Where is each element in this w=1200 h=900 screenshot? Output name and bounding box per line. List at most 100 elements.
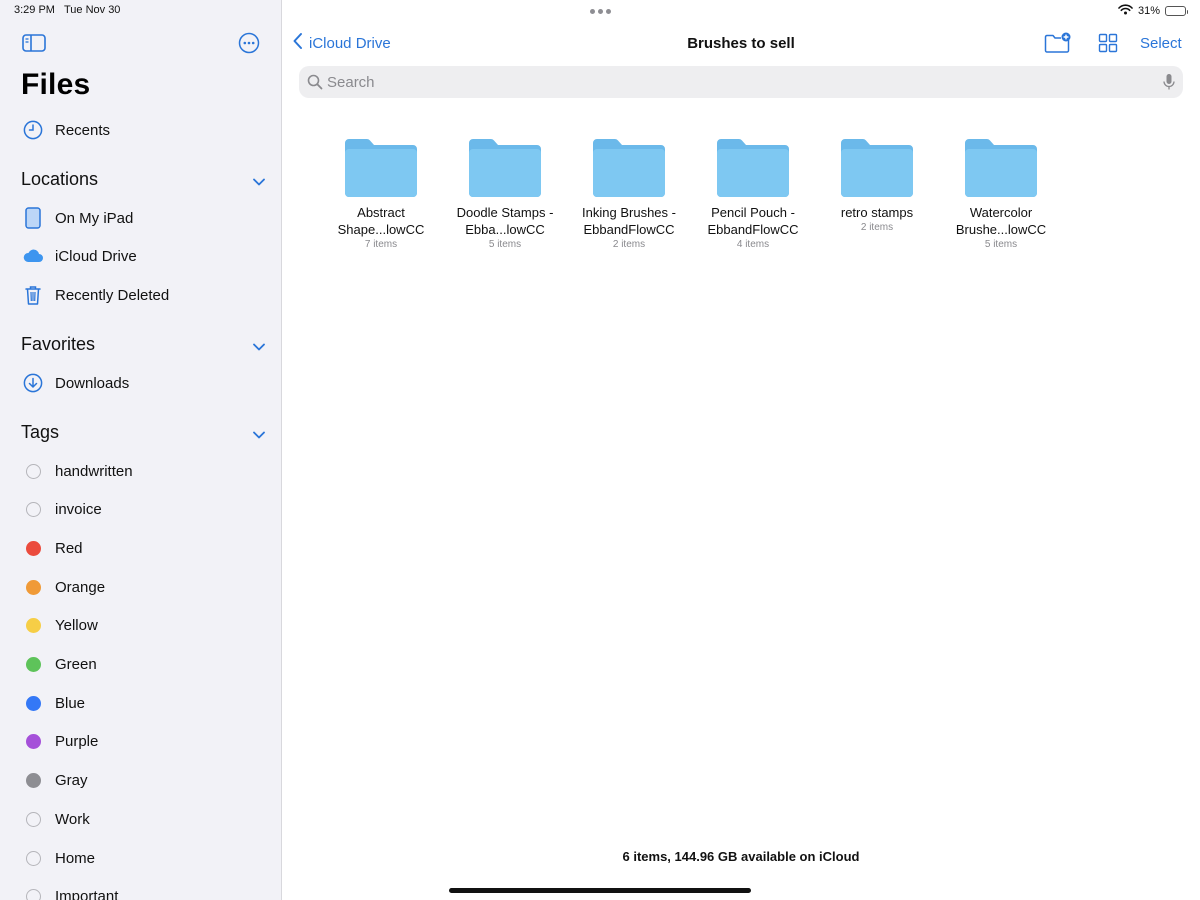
battery-icon <box>1165 6 1188 16</box>
sidebar-item-label: Purple <box>55 733 99 751</box>
chevron-down-icon <box>252 339 266 351</box>
tag-color-dot-icon <box>22 886 44 900</box>
wifi-icon <box>1118 4 1133 18</box>
folder-item[interactable]: Pencil Pouch - EbbandFlowCC 4 items <box>691 135 815 250</box>
tag-color-dot-icon <box>22 770 44 792</box>
trash-icon <box>22 284 44 306</box>
clock-icon <box>22 119 44 141</box>
folder-item-count: 2 items <box>612 239 646 250</box>
section-header-favorites[interactable]: Favorites <box>21 332 266 356</box>
folder-icon <box>467 135 543 199</box>
sidebar-item-recently-deleted[interactable]: Recently Deleted <box>0 276 281 314</box>
status-date: Tue Nov 30 <box>63 4 121 16</box>
tag-color-dot-icon <box>22 460 44 482</box>
sidebar-item-label: Recently Deleted <box>55 286 170 304</box>
sidebar-item-label: Yellow <box>55 617 98 635</box>
folder-item[interactable]: retro stamps 2 items <box>815 135 939 250</box>
folder-icon <box>963 135 1039 199</box>
folder-icon <box>839 135 915 199</box>
sidebar-item-label: Blue <box>55 694 86 712</box>
folder-item-count: 5 items <box>488 239 522 250</box>
sidebar-item-label: handwritten <box>55 462 133 480</box>
sidebar-item-tag-purple[interactable]: Purple <box>0 723 281 761</box>
sidebar-item-label: invoice <box>55 501 102 519</box>
storage-summary: 6 items, 144.96 GB available on iCloud <box>622 849 860 864</box>
sidebar: 3:29 PM Tue Nov 30 Files Recents Locatio… <box>0 0 282 900</box>
icloud-icon <box>22 245 44 267</box>
status-time: 3:29 PM <box>14 4 55 16</box>
search-input[interactable] <box>327 66 1147 98</box>
microphone-icon[interactable] <box>1163 73 1175 91</box>
tag-color-dot-icon <box>22 692 44 714</box>
folder-grid: Abstract Shape...lowCC 7 items Doodle Stam… <box>319 135 1063 250</box>
sidebar-toggle-icon[interactable] <box>22 34 46 52</box>
battery-percent: 31% <box>1137 5 1160 17</box>
folder-name: Watercolor Brushe...lowCC <box>955 205 1047 237</box>
tag-color-dot-icon <box>22 731 44 753</box>
folder-item-count: 4 items <box>736 239 770 250</box>
sidebar-item-tag-important[interactable]: Important <box>0 878 281 900</box>
sidebar-item-tag-invoice[interactable]: invoice <box>0 491 281 529</box>
sidebar-item-label: Important <box>55 888 119 900</box>
back-button-label: iCloud Drive <box>309 34 391 52</box>
section-header-tags[interactable]: Tags <box>21 420 266 444</box>
back-button[interactable]: iCloud Drive <box>292 32 391 54</box>
sidebar-item-label: Gray <box>55 772 88 790</box>
sidebar-item-tag-orange[interactable]: Orange <box>0 568 281 606</box>
search-icon <box>307 74 323 90</box>
folder-icon <box>715 135 791 199</box>
multitasking-dots-icon[interactable] <box>582 9 618 14</box>
sidebar-item-tag-blue[interactable]: Blue <box>0 684 281 722</box>
status-bar-right: 31% <box>1118 4 1188 18</box>
folder-icon <box>343 135 419 199</box>
ipad-icon <box>22 207 44 229</box>
sidebar-item-tag-handwritten[interactable]: handwritten <box>0 452 281 490</box>
sidebar-item-label: Recents <box>55 121 111 139</box>
tag-color-dot-icon <box>22 808 44 830</box>
grid-view-icon[interactable] <box>1098 33 1118 53</box>
folder-item[interactable]: Inking Brushes - EbbandFlowCC 2 items <box>567 135 691 250</box>
folder-item[interactable]: Doodle Stamps - Ebba...lowCC 5 items <box>443 135 567 250</box>
sidebar-item-icloud-drive[interactable]: iCloud Drive <box>0 237 281 275</box>
more-options-icon[interactable] <box>238 32 260 54</box>
sidebar-item-tag-yellow[interactable]: Yellow <box>0 607 281 645</box>
sidebar-item-tag-home[interactable]: Home <box>0 839 281 877</box>
chevron-down-icon <box>252 427 266 439</box>
sidebar-item-recents[interactable]: Recents <box>0 111 281 149</box>
home-indicator[interactable] <box>449 888 751 893</box>
folder-name: Doodle Stamps - Ebba...lowCC <box>456 205 554 237</box>
folder-name: Inking Brushes - EbbandFlowCC <box>582 205 676 237</box>
sidebar-item-label: Orange <box>55 578 106 596</box>
tag-color-dot-icon <box>22 615 44 637</box>
new-folder-icon[interactable] <box>1044 32 1072 54</box>
sidebar-item-tag-gray[interactable]: Gray <box>0 762 281 800</box>
search-bar <box>299 66 1183 98</box>
section-title: Favorites <box>21 333 96 354</box>
section-title: Tags <box>21 421 60 442</box>
tag-color-dot-icon <box>22 576 44 598</box>
sidebar-item-tag-red[interactable]: Red <box>0 529 281 567</box>
folder-item-count: 5 items <box>984 239 1018 250</box>
sidebar-item-label: Downloads <box>55 374 130 392</box>
status-bar-left: 3:29 PM Tue Nov 30 <box>14 4 120 16</box>
folder-icon <box>591 135 667 199</box>
download-icon <box>22 372 44 394</box>
folder-item[interactable]: Abstract Shape...lowCC 7 items <box>319 135 443 250</box>
page-title: Files <box>21 68 91 101</box>
select-button[interactable]: Select <box>1140 35 1182 52</box>
sidebar-item-downloads[interactable]: Downloads <box>0 364 281 402</box>
sidebar-item-label: Work <box>55 810 90 828</box>
folder-name: Abstract Shape...lowCC <box>337 205 425 237</box>
folder-name: retro stamps <box>840 205 914 220</box>
sidebar-item-tag-work[interactable]: Work <box>0 800 281 838</box>
folder-item[interactable]: Watercolor Brushe...lowCC 5 items <box>939 135 1063 250</box>
chevron-left-icon <box>292 32 303 54</box>
sidebar-item-label: Green <box>55 656 97 673</box>
sidebar-item-on-my-ipad[interactable]: On My iPad <box>0 199 281 237</box>
folder-name: Pencil Pouch - EbbandFlowCC <box>707 205 799 237</box>
sidebar-item-tag-green[interactable]: Green <box>0 646 281 684</box>
tag-color-dot-icon <box>22 654 44 676</box>
sidebar-item-label: Home <box>55 849 96 867</box>
sidebar-item-label: iCloud Drive <box>55 247 137 265</box>
section-header-locations[interactable]: Locations <box>21 167 266 191</box>
